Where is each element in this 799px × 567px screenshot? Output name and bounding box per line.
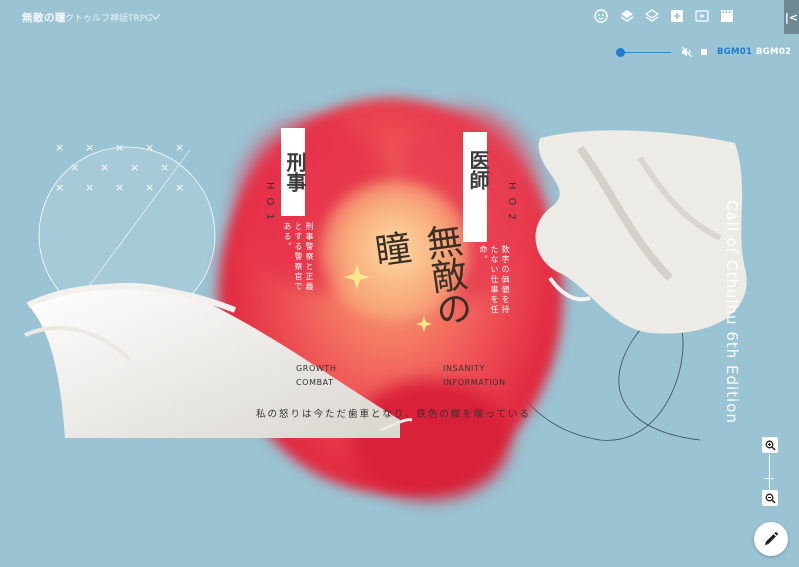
ho1-desc: 刑事警察と正義とする警察官である。 [283,222,314,292]
bgm-track-2[interactable]: BGM02 [756,47,791,57]
face-icon[interactable] [594,9,608,23]
volume-slider-track[interactable] [621,52,671,53]
zoom-out-icon [765,493,776,504]
top-bar: 無敵の瞳 クトゥルフ神話TRPG [0,0,784,34]
stat-insanity: INSANITY [443,364,485,373]
tagline: 私の怒りは今ただ歯車となり、鉄色の轍を喫っている [256,409,531,420]
layers-outline-icon[interactable] [645,9,659,23]
room-title[interactable]: 無敵の瞳 [22,10,66,25]
stat-growth: GROWTH [296,364,337,373]
volume-slider-thumb[interactable] [616,48,625,57]
mute-icon[interactable] [681,46,693,58]
ho1-role: 刑事 [283,152,307,192]
add-image-icon[interactable] [670,9,684,23]
edition-label: Call of Cthulhu 6th Edition [723,200,741,424]
collapse-panel-button[interactable]: |< [784,0,799,34]
ho2-code: HO2 [506,182,517,228]
stop-icon[interactable] [701,49,707,55]
stat-information: INFORMATION [443,378,506,387]
zoom-slider-track[interactable] [769,454,770,492]
board-canvas[interactable]: × × × × × × × × × × × × × × 刑事 HO1 刑事警察と正義とする警察官である… [0,0,799,567]
ho2-role: 医師 [466,150,490,190]
zoom-in-icon [765,440,776,451]
room-subtitle[interactable]: クトゥルフ神話TRPG [65,11,152,24]
ho2-desc: 数字の価値を持たない仕事を任命。 [479,245,510,315]
bgm-track-1[interactable]: BGM01 [717,47,752,57]
zoom-in-button[interactable] [762,437,778,453]
pencil-icon [765,532,778,545]
edit-button[interactable] [754,522,788,556]
video-icon[interactable] [695,9,709,23]
zoom-slider-thumb[interactable] [764,478,774,479]
sparkle-icon [344,264,432,332]
layers-icon[interactable] [620,9,634,23]
clapperboard-icon[interactable] [720,9,734,23]
stat-combat: COMBAT [296,378,334,387]
zoom-out-button[interactable] [762,490,778,506]
ho1-code: HO1 [264,182,275,228]
